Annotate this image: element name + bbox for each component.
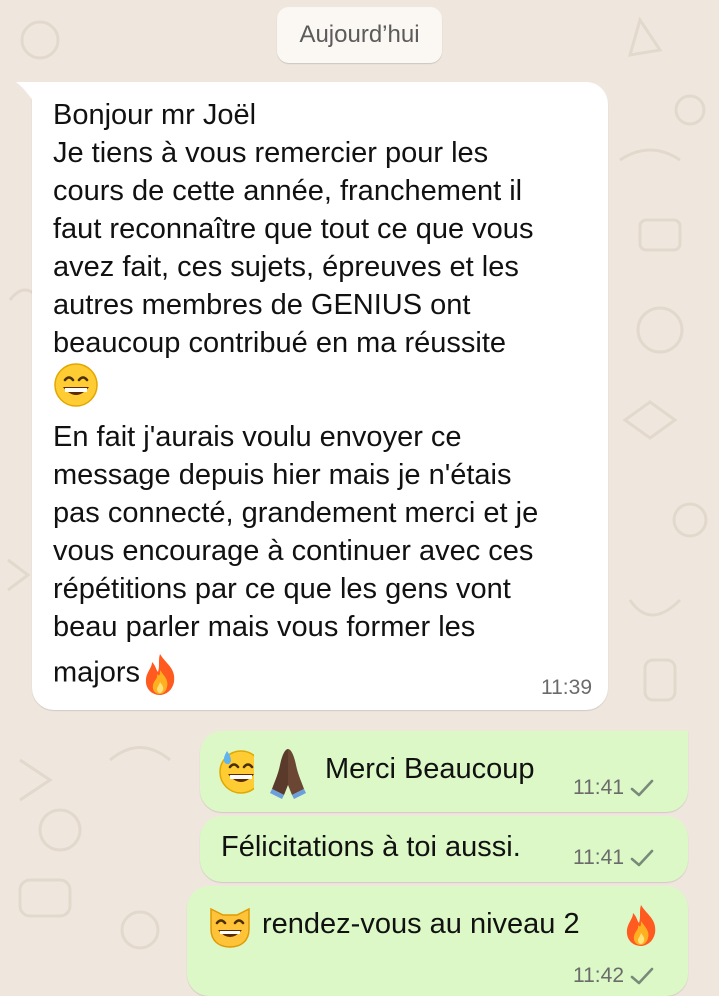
message-line-text: majors <box>53 656 141 689</box>
fire-icon <box>626 905 656 946</box>
message-meta: 11:42 <box>573 964 654 988</box>
message-line: beaucoup contribué en ma réussite <box>53 327 507 359</box>
message-text: Félicitations à toi aussi. <box>221 831 521 863</box>
message-text: Merci Beaucoup <box>325 753 535 785</box>
message-line: message depuis hier mais je n'étais <box>53 459 512 491</box>
message-meta: 11:41 <box>573 846 654 870</box>
message-line: avez fait, ces sujets, épreuves et les <box>53 251 519 283</box>
message-line: autres membres de GENIUS ont <box>53 289 471 321</box>
emoji-line <box>53 362 593 418</box>
message-timestamp: 11:42 <box>573 964 624 987</box>
message-line: En fait j'aurais voulu envoyer ce <box>53 421 462 453</box>
sent-check-icon <box>630 967 654 985</box>
bubble-tail-icon <box>16 82 34 102</box>
message-line: cours de cette année, franchement il <box>53 175 523 207</box>
message-text: rendez-vous au niveau 2 <box>262 908 580 940</box>
message-line: majors <box>53 652 593 696</box>
message-line: pas connecté, grandement merci et je <box>53 497 539 529</box>
outgoing-message-bubble[interactable]: Félicitations à toi aussi. 11:41 <box>200 816 688 882</box>
message-line: faut reconnaître que tout ce que vous <box>53 213 534 245</box>
message-timestamp: 11:41 <box>573 776 624 799</box>
message-timestamp: 11:39 <box>541 676 592 699</box>
grinning-cat-icon <box>210 907 250 948</box>
sent-check-icon <box>630 849 654 867</box>
message-line: vous encourage à continuer avec ces <box>53 535 534 567</box>
outgoing-message-bubble[interactable]: rendez-vous au niveau 2 11:42 <box>187 886 688 996</box>
message-line: beau parler mais vous former les <box>53 611 476 643</box>
message-meta: 11:41 <box>573 776 654 800</box>
message-line: Bonjour mr Joël <box>53 99 257 131</box>
folded-hands-icon <box>270 749 306 799</box>
grinning-face-icon <box>54 363 98 407</box>
message-timestamp: 11:41 <box>573 846 624 869</box>
outgoing-message-bubble[interactable]: Merci Beaucoup 11:41 <box>200 731 688 812</box>
message-line: Je tiens à vous remercier pour les <box>53 137 489 169</box>
fire-icon <box>145 654 175 695</box>
grinning-sweat-icon <box>219 750 254 794</box>
message-line: répétitions par ce que les gens vont <box>53 573 511 605</box>
sent-check-icon <box>630 779 654 797</box>
date-separator: Aujourd’hui <box>277 7 442 63</box>
incoming-message-bubble[interactable]: Bonjour mr Joël Je tiens à vous remercie… <box>16 82 608 710</box>
message-text: Bonjour mr Joël Je tiens à vous remercie… <box>53 96 593 696</box>
